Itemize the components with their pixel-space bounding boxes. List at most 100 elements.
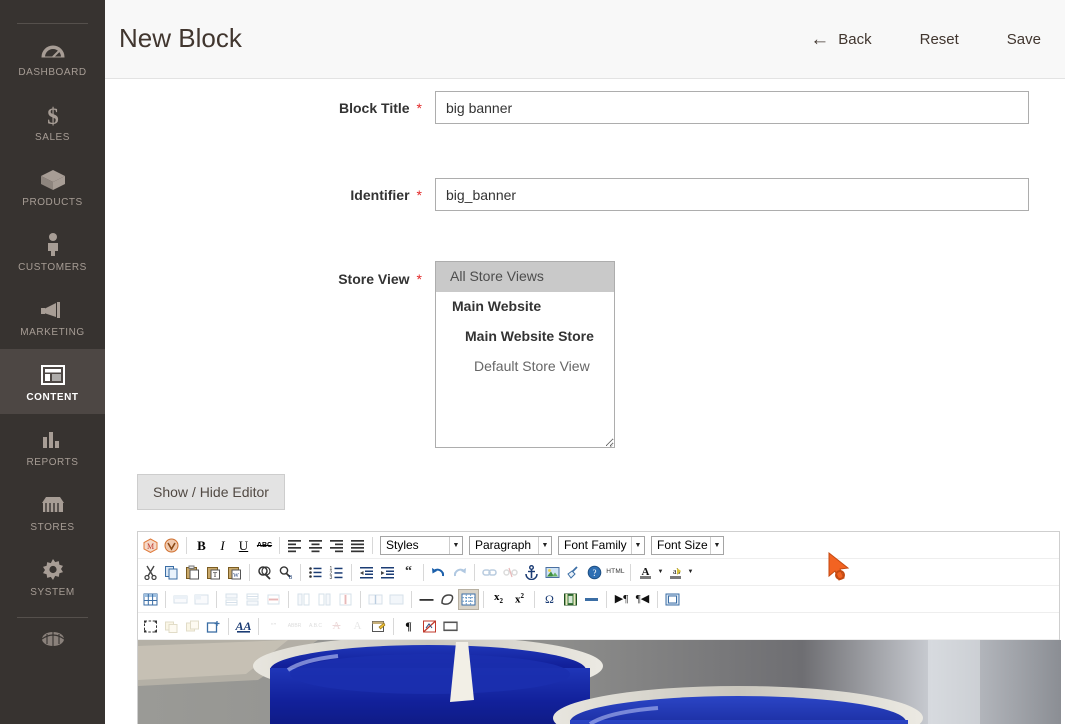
identifier-input[interactable] — [435, 178, 1029, 211]
remove-format-icon[interactable] — [437, 589, 458, 610]
toolbar-separator — [483, 590, 484, 608]
subscript-icon[interactable]: x2 — [488, 589, 509, 610]
select-all-icon[interactable] — [140, 616, 161, 637]
find-replace-icon[interactable]: B — [275, 562, 296, 583]
align-left-icon[interactable] — [284, 535, 305, 556]
font-size-select[interactable]: Font Size ▼ — [651, 535, 724, 555]
delete-row-icon — [263, 589, 284, 610]
styles-select[interactable]: Styles ▼ — [380, 535, 463, 555]
show-hide-editor-button[interactable]: Show / Hide Editor — [137, 474, 285, 510]
editor-content-canvas[interactable] — [138, 640, 1061, 724]
toolbar-separator — [228, 617, 229, 635]
fullscreen-icon[interactable] — [662, 589, 683, 610]
indent-icon[interactable] — [377, 562, 398, 583]
attributes-icon[interactable] — [368, 616, 389, 637]
text-color-icon[interactable]: A — [635, 562, 656, 583]
anchor-icon[interactable] — [521, 562, 542, 583]
paste-icon[interactable] — [182, 562, 203, 583]
insert-nonbreaking-icon[interactable] — [581, 589, 602, 610]
magento-variable-icon[interactable] — [161, 535, 182, 556]
magento-widget-icon[interactable]: M — [140, 535, 161, 556]
align-justify-icon[interactable] — [347, 535, 368, 556]
sidebar-item-sales[interactable]: $ SALES — [0, 89, 105, 154]
horizontal-rule-icon[interactable] — [416, 589, 437, 610]
sidebar-item-find-partners[interactable] — [0, 618, 105, 651]
cut-icon[interactable] — [140, 562, 161, 583]
strikethrough-icon[interactable]: ABC — [254, 535, 275, 556]
numbered-list-icon[interactable]: 123 — [326, 562, 347, 583]
toggle-visual-aid-icon[interactable] — [458, 588, 479, 610]
text-color-dropdown-arrow-icon[interactable]: ▼ — [656, 562, 665, 583]
outdent-icon[interactable] — [356, 562, 377, 583]
store-view-option-all[interactable]: All Store Views — [436, 262, 614, 292]
store-view-option-website[interactable]: Main Website — [436, 292, 614, 322]
special-character-icon[interactable]: Ω — [539, 589, 560, 610]
block-form: Block Title * Identifier * Store Vie — [105, 79, 1065, 448]
toolbar-separator — [411, 590, 412, 608]
bullet-list-icon[interactable] — [305, 562, 326, 583]
background-color-icon[interactable]: ab — [665, 562, 686, 583]
block-title-input[interactable] — [435, 91, 1029, 124]
paste-from-word-icon[interactable]: W — [224, 562, 245, 583]
toolbar-separator — [258, 617, 259, 635]
sidebar-item-label: STORES — [30, 522, 75, 533]
edit-html-icon[interactable]: HTML — [605, 562, 626, 583]
magento-logo[interactable] — [0, 0, 105, 16]
direction-ltr-icon[interactable]: ▶¶ — [611, 589, 632, 610]
underline-icon[interactable]: U — [233, 535, 254, 556]
paragraph-format-select[interactable]: Paragraph ▼ — [469, 535, 552, 555]
insert-image-icon[interactable] — [542, 562, 563, 583]
sidebar-item-label: PRODUCTS — [22, 197, 83, 208]
show-blocks-icon[interactable]: ¶ — [398, 616, 419, 637]
italic-icon[interactable]: I — [212, 535, 233, 556]
font-family-select[interactable]: Font Family ▼ — [558, 535, 645, 555]
sidebar-item-content[interactable]: CONTENT — [0, 349, 105, 414]
sidebar-item-reports[interactable]: REPORTS — [0, 414, 105, 479]
blockquote-icon[interactable]: “ — [398, 562, 419, 583]
page-break-icon[interactable] — [440, 616, 461, 637]
svg-text:3: 3 — [330, 575, 333, 580]
insert-media-icon[interactable] — [560, 589, 581, 610]
insert-row-before-icon — [221, 589, 242, 610]
sidebar-item-dashboard[interactable]: DASHBOARD — [0, 24, 105, 89]
toggle-invisible-elements-icon[interactable] — [419, 616, 440, 637]
toolbar-separator — [300, 563, 301, 581]
bold-icon[interactable]: B — [191, 535, 212, 556]
cleanup-icon[interactable] — [563, 562, 584, 583]
chevron-down-icon: ▼ — [631, 536, 644, 554]
back-button[interactable]: ← Back — [810, 24, 895, 55]
sidebar-item-system[interactable]: SYSTEM — [0, 544, 105, 609]
save-button[interactable]: Save — [983, 25, 1065, 54]
sidebar-item-customers[interactable]: CUSTOMERS — [0, 219, 105, 284]
resize-handle-icon[interactable] — [603, 436, 613, 447]
sidebar-item-stores[interactable]: STORES — [0, 479, 105, 544]
sidebar-item-marketing[interactable]: MARKETING — [0, 284, 105, 349]
background-color-dropdown-arrow-icon[interactable]: ▼ — [686, 562, 695, 583]
style-properties-icon[interactable]: AA — [233, 616, 254, 637]
megaphone-icon — [2, 297, 103, 323]
magento-admin-page: DASHBOARD $ SALES PRODUCTS CUSTOMERS MARKETIN… — [0, 0, 1065, 724]
block-title-label-cell: Block Title * — [105, 91, 435, 116]
undo-icon[interactable] — [428, 562, 449, 583]
content-editor-section: Show / Hide Editor M B I U ABC Styles ▼ Paragra… — [105, 474, 1065, 724]
toolbar-separator — [630, 563, 631, 581]
insert-row-after-icon — [242, 589, 263, 610]
paste-as-text-icon[interactable]: T — [203, 562, 224, 583]
store-view-option-view[interactable]: Default Store View — [436, 352, 614, 382]
direction-rtl-icon[interactable]: ¶◀ — [632, 589, 653, 610]
superscript-icon[interactable]: x2 — [509, 589, 530, 610]
insert-edit-table-icon[interactable] — [140, 589, 161, 610]
copy-icon[interactable] — [161, 562, 182, 583]
sidebar-item-products[interactable]: PRODUCTS — [0, 154, 105, 219]
reset-button[interactable]: Reset — [896, 25, 983, 54]
editor-toolbar-row-1: M B I U ABC Styles ▼ Paragraph ▼ Font Family ▼ Font… — [138, 532, 1059, 559]
insert-layer-icon[interactable] — [203, 616, 224, 637]
store-view-option-store[interactable]: Main Website Store — [436, 322, 614, 352]
help-icon[interactable]: ? — [584, 562, 605, 583]
box-package-icon — [2, 167, 103, 193]
toolbar-separator — [534, 590, 535, 608]
align-center-icon[interactable] — [305, 535, 326, 556]
find-icon[interactable] — [254, 562, 275, 583]
align-right-icon[interactable] — [326, 535, 347, 556]
store-view-multiselect[interactable]: All Store Views Main Website Main Website … — [435, 261, 615, 448]
